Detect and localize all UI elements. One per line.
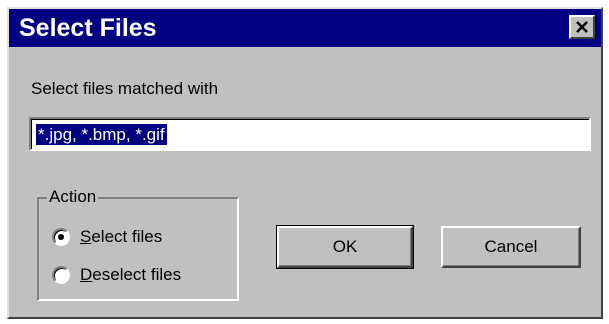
- file-pattern-input[interactable]: *.jpg, *.bmp, *.gif: [29, 117, 591, 151]
- select-files-radio[interactable]: [52, 228, 70, 246]
- close-button[interactable]: [569, 15, 595, 39]
- cancel-button[interactable]: Cancel: [441, 226, 581, 268]
- close-icon: [575, 20, 589, 34]
- select-files-dialog: Select Files Select files matched with *…: [7, 7, 603, 319]
- select-files-option[interactable]: Select files: [52, 224, 162, 250]
- radio-checked-dot: [58, 234, 64, 240]
- action-legend: Action: [47, 186, 99, 208]
- title-bar[interactable]: Select Files: [9, 9, 601, 47]
- select-files-label[interactable]: Select files: [80, 227, 162, 247]
- action-groupbox: Action Select files Deselect files: [37, 186, 239, 301]
- deselect-files-option[interactable]: Deselect files: [52, 262, 181, 288]
- ok-button[interactable]: OK: [276, 225, 414, 269]
- deselect-files-radio[interactable]: [52, 266, 70, 284]
- window-title: Select Files: [19, 14, 157, 42]
- file-pattern-value: *.jpg, *.bmp, *.gif: [36, 124, 167, 145]
- match-prompt-label: Select files matched with: [31, 79, 219, 98]
- deselect-files-label[interactable]: Deselect files: [80, 265, 181, 285]
